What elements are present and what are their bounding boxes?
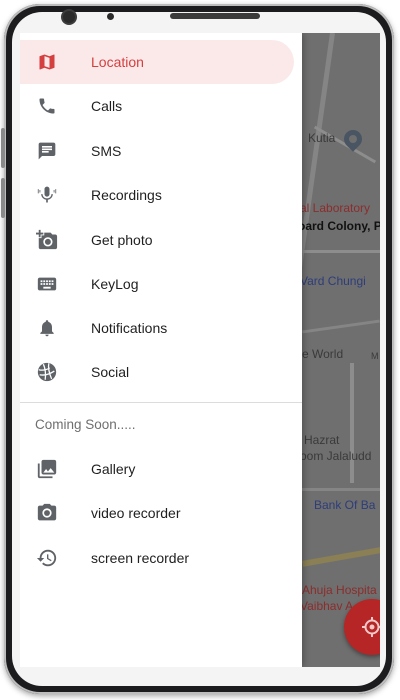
map-label: Bank Of Ba xyxy=(314,498,376,512)
drawer-item-notifications[interactable]: Notifications xyxy=(20,306,302,350)
drawer-item-label: Get photo xyxy=(91,232,153,248)
map-label: al Laboratory xyxy=(300,201,371,215)
drawer-item-get-photo[interactable]: Get photo xyxy=(20,218,302,262)
history-icon xyxy=(36,547,58,569)
drawer-item-label: screen recorder xyxy=(91,550,190,566)
drawer-item-recordings[interactable]: Recordings xyxy=(20,173,302,217)
drawer-item-video-recorder[interactable]: video recorder xyxy=(20,491,302,535)
map-label: oard Colony, P xyxy=(298,219,380,233)
coming-soon-header: Coming Soon..... xyxy=(35,417,136,432)
map-label: e World xyxy=(302,347,344,361)
drawer-item-screen-recorder[interactable]: screen recorder xyxy=(20,536,302,580)
photo-camera-icon xyxy=(36,502,58,524)
front-camera xyxy=(63,11,75,23)
drawer-item-label: Notifications xyxy=(91,320,168,336)
map-label: Hazrat xyxy=(304,433,340,447)
drawer-item-calls[interactable]: Calls xyxy=(20,84,302,128)
drawer-item-sms[interactable]: SMS xyxy=(20,129,302,173)
map-label: oom Jalaludd xyxy=(300,449,372,463)
microphone-icon xyxy=(36,184,58,206)
drawer-divider xyxy=(20,402,302,403)
map-label: Vard Chungi xyxy=(300,274,366,288)
drawer-item-label: KeyLog xyxy=(91,276,139,292)
map-label: M xyxy=(371,351,379,361)
app-screen: Kutia al Laboratory oard Colony, P Vard … xyxy=(20,33,380,667)
proximity-sensor xyxy=(107,13,114,20)
crosshair-icon xyxy=(360,615,380,639)
map-label: Kutia xyxy=(308,131,336,145)
globe-icon xyxy=(36,361,58,383)
drawer-item-gallery[interactable]: Gallery xyxy=(20,447,302,491)
drawer-item-label: Recordings xyxy=(91,187,162,203)
navigation-drawer: Location Calls SMS Recordings Get photo xyxy=(20,33,302,667)
drawer-item-label: Social xyxy=(91,364,130,380)
map-place-icon xyxy=(340,126,366,152)
volume-down-button xyxy=(1,178,5,218)
drawer-item-label: SMS xyxy=(91,143,122,159)
drawer-item-label: Calls xyxy=(91,98,123,114)
map-icon xyxy=(36,51,58,73)
phone-icon xyxy=(36,95,58,117)
image-icon xyxy=(36,458,58,480)
keyboard-icon xyxy=(36,273,58,295)
drawer-item-label: Location xyxy=(91,54,144,70)
drawer-item-location[interactable]: Location xyxy=(20,40,302,84)
drawer-item-social[interactable]: Social xyxy=(20,350,302,394)
drawer-item-keylog[interactable]: KeyLog xyxy=(20,262,302,306)
drawer-item-label: Gallery xyxy=(91,461,136,477)
drawer-item-label: video recorder xyxy=(91,505,181,521)
message-icon xyxy=(36,140,58,162)
selected-highlight xyxy=(20,40,294,84)
volume-up-button xyxy=(1,128,5,168)
map-label: Vaibhav A xyxy=(300,599,354,613)
camera-icon xyxy=(36,229,58,251)
earpiece-speaker xyxy=(170,13,260,19)
bell-icon xyxy=(36,317,58,339)
map-label: Ahuja Hospita xyxy=(302,583,377,597)
